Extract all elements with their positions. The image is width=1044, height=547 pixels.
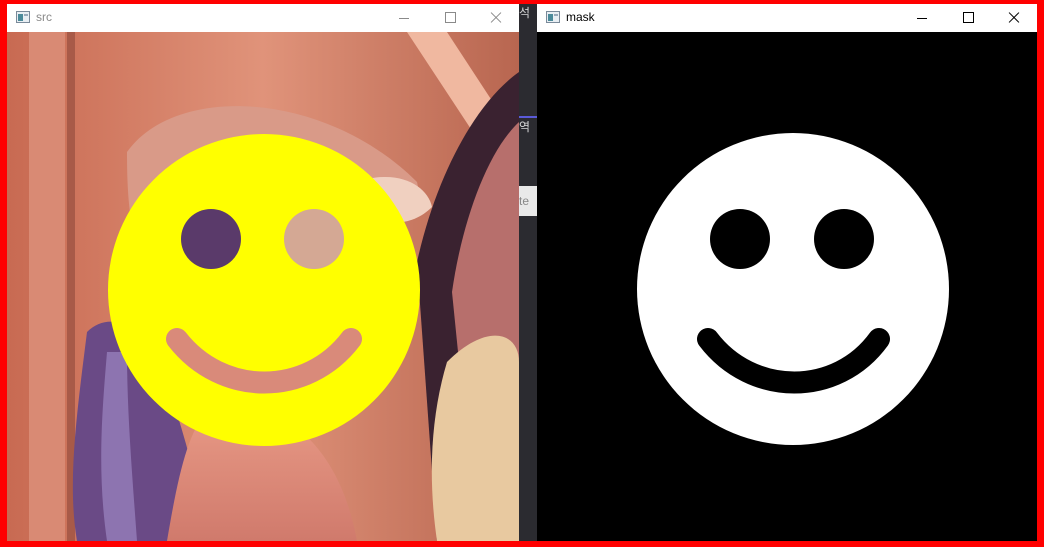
app-icon[interactable] [546,11,560,23]
mask-window[interactable]: mask [537,4,1037,541]
src-window[interactable]: src [7,4,519,541]
background-app-glyph: 석 [519,6,531,20]
mask-smiley-face [637,133,949,445]
mask-image-view [537,32,1037,541]
photo-wall-panel [29,32,65,541]
smiley-face [108,134,420,446]
mask-smiley-left-eye [710,209,770,269]
yellow-smiley [108,134,420,446]
window-title: src [36,10,52,24]
smiley-left-eye [181,209,241,269]
background-app-strip: 석 역 te [519,4,537,541]
maximize-icon[interactable] [427,4,473,32]
close-icon[interactable] [991,4,1037,32]
smiley-right-eye [284,209,344,269]
src-image [7,32,519,541]
background-app-glyph: 역 [519,120,531,134]
src-image-view [7,32,519,541]
mask-image [537,32,1037,541]
close-icon[interactable] [473,4,519,32]
app-icon[interactable] [16,11,30,23]
minimize-icon[interactable] [381,4,427,32]
mask-smiley-right-eye [814,209,874,269]
maximize-icon[interactable] [945,4,991,32]
src-titlebar[interactable]: src [7,4,519,32]
window-title: mask [566,10,595,24]
background-app-pane[interactable]: te [519,186,537,216]
mask-titlebar[interactable]: mask [537,4,1037,32]
white-smiley [637,133,949,445]
minimize-icon[interactable] [899,4,945,32]
